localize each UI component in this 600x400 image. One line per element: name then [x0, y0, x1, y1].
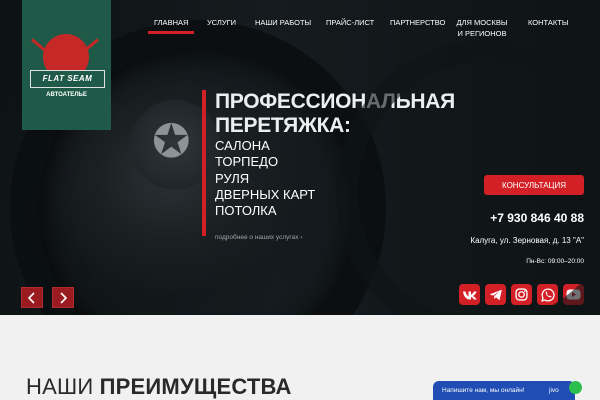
chat-widget-brand: jivo	[549, 387, 559, 394]
slider-prev-button[interactable]	[21, 287, 43, 308]
instagram-icon[interactable]	[511, 284, 532, 305]
nav-item-contacts[interactable]: КОНТАКТЫ	[528, 17, 568, 28]
more-services-link[interactable]: подробнее о наших услугах ›	[215, 234, 302, 241]
working-hours: Пн-Вс: 09:00–20:00	[526, 258, 584, 265]
service-item: ТОРПЕДО	[215, 154, 279, 170]
chevron-left-icon	[28, 291, 35, 304]
nav-item-services[interactable]: УСЛУГИ	[207, 17, 236, 28]
address: Калуга, ул. Зерновая, д. 13 "А"	[470, 236, 584, 245]
nav-item-home[interactable]: ГЛАВНАЯ	[147, 17, 195, 34]
whatsapp-icon[interactable]	[537, 284, 558, 305]
nav-item-partnership[interactable]: ПАРТНЕРСТВО	[390, 17, 445, 28]
car-emblem-icon: ✪	[152, 115, 191, 167]
nav-item-price-list[interactable]: ПРАЙС-ЛИСТ	[326, 17, 374, 28]
advantages-title-light: НАШИ	[26, 374, 100, 399]
steering-wheel-hub: ✪	[130, 100, 220, 190]
logo-brand-text: FLAT SEAM	[30, 70, 105, 88]
logo-subtitle: АВТОАТЕЛЬЕ	[46, 92, 87, 98]
telegram-icon[interactable]	[485, 284, 506, 305]
service-list: САЛОНА ТОРПЕДО РУЛЯ ДВЕРНЫХ КАРТ ПОТОЛКА	[215, 138, 315, 219]
vk-icon[interactable]	[459, 284, 480, 305]
hero-title: ПРОФЕССИОНАЛЬНАЯ ПЕРЕТЯЖКА:	[215, 90, 455, 137]
service-item: ДВЕРНЫХ КАРТ	[215, 186, 316, 202]
hero-banner: ✪ FLAT SEAM АВТОАТЕЛЬЕ ГЛАВНАЯ УСЛУГИ НА…	[0, 0, 600, 315]
slider-next-button[interactable]	[52, 287, 74, 308]
nav-item-moscow-regions[interactable]: ДЛЯ МОСКВЫ И РЕГИОНОВ	[456, 17, 508, 39]
chat-online-indicator	[569, 381, 582, 394]
logo[interactable]: FLAT SEAM АВТОАТЕЛЬЕ	[22, 0, 111, 130]
service-item: ПОТОЛКА	[215, 203, 277, 219]
phone-number[interactable]: +7 930 846 40 88	[490, 211, 584, 225]
nav-item-works[interactable]: НАШИ РАБОТЫ	[255, 17, 311, 28]
headline-accent-bar	[202, 90, 206, 236]
service-item: РУЛЯ	[215, 170, 250, 186]
service-item: САЛОНА	[215, 138, 270, 153]
advantages-title: НАШИ ПРЕИМУЩЕСТВА	[26, 374, 292, 400]
social-links	[459, 284, 584, 305]
advantages-title-bold: ПРЕИМУЩЕСТВА	[99, 374, 292, 399]
youtube-icon[interactable]	[563, 284, 584, 305]
logo-badge: FLAT SEAM АВТОАТЕЛЬЕ	[30, 34, 105, 110]
consultation-button[interactable]: КОНСУЛЬТАЦИЯ	[484, 175, 584, 195]
chat-widget-text: Напишите нам, мы онлайн!	[442, 387, 525, 394]
chevron-right-icon	[60, 291, 67, 304]
